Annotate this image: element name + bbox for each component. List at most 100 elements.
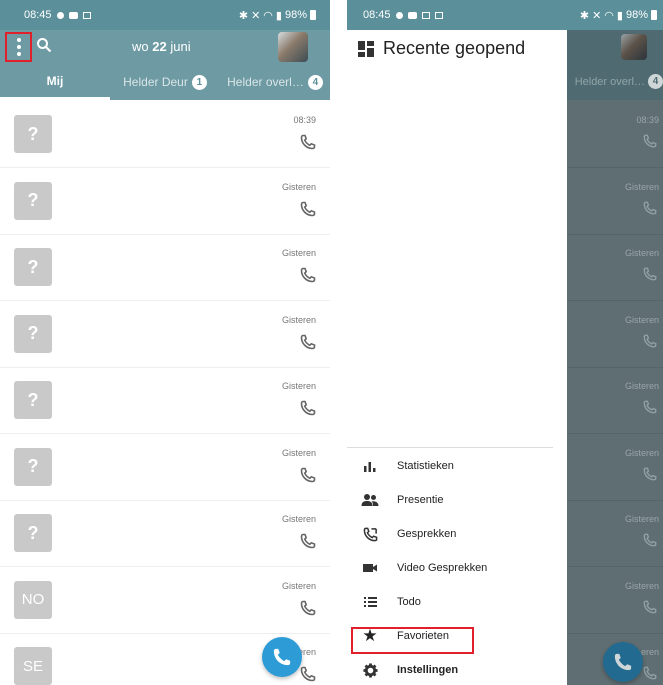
drawer-item-label: Presentie: [397, 494, 444, 506]
call-time: Gisteren: [624, 381, 659, 391]
call-time: Gisteren: [624, 314, 659, 325]
contact-avatar: ?: [14, 115, 52, 153]
call-log-icon: [347, 527, 387, 542]
date-header: wo 22 juni: [132, 39, 191, 54]
count-badge: 1: [191, 74, 207, 90]
call-list-item[interactable]: ? 08:39: [0, 102, 330, 168]
call-time: Gisteren: [624, 248, 659, 258]
wifi-icon: ◠: [263, 9, 273, 22]
contact-avatar: ?: [14, 181, 52, 220]
call-time: Gisteren: [624, 447, 659, 458]
call-list-item[interactable]: NO Gisteren: [0, 568, 330, 634]
notification-icon: [395, 11, 403, 19]
tab-label: Helder overl…: [574, 75, 645, 88]
drawer-item-label: Statistieken: [397, 460, 454, 472]
tab-mij[interactable]: Mij: [0, 64, 110, 100]
mute-icon: ✕: [251, 9, 261, 22]
call-list-item: Gisteren: [567, 235, 663, 301]
phone-icon[interactable]: [300, 201, 316, 217]
phone-icon[interactable]: [300, 467, 316, 483]
call-time: Gisteren: [281, 381, 316, 391]
tab-label: Helder overl…: [227, 75, 304, 89]
call-time: Gisteren: [281, 514, 316, 524]
phone-icon[interactable]: [300, 334, 316, 350]
bluetooth-icon: ✱: [579, 9, 590, 22]
call-time: 08:39: [293, 115, 316, 125]
bluetooth-icon: ✱: [238, 9, 249, 22]
contact-avatar: ?: [14, 314, 52, 353]
drawer-scrim[interactable]: Helder overl… 4 08:39 Gisteren Gisteren Gis…: [567, 30, 663, 685]
drawer-item-statistieken[interactable]: Statistieken: [347, 449, 567, 483]
status-bar: 08:45 ✱ ✕ ◠ ▮ 98%: [0, 0, 330, 30]
call-fab-button[interactable]: [262, 637, 302, 677]
call-list-item[interactable]: ? Gisteren: [0, 169, 330, 235]
search-button[interactable]: [36, 37, 56, 57]
call-list-item[interactable]: ? Gisteren: [0, 368, 330, 434]
contact-avatar: SE: [14, 647, 52, 685]
tab-bar: Mij Helder Deur 1 Helder overl… 4: [0, 64, 330, 100]
bar-chart-icon: [347, 459, 387, 473]
profile-avatar[interactable]: [278, 32, 308, 62]
call-list-item[interactable]: ? Gisteren: [0, 235, 330, 301]
call-list-item: Gisteren: [567, 568, 663, 634]
contact-avatar: ?: [14, 447, 52, 486]
call-time: Gisteren: [624, 514, 659, 524]
count-badge: 4: [307, 74, 323, 90]
tab-label: Helder Deur: [123, 75, 188, 89]
phone-icon[interactable]: [300, 400, 316, 416]
wifi-icon: ◠: [604, 9, 614, 22]
call-list-item[interactable]: ? Gisteren: [0, 302, 330, 368]
phone-icon: [643, 400, 657, 414]
phone-icon: [643, 666, 657, 680]
youtube-icon: [407, 11, 417, 19]
call-time: eren: [640, 647, 659, 657]
battery-level: 98%: [625, 9, 648, 21]
call-list-item: Gisteren: [567, 368, 663, 434]
phone-icon[interactable]: [300, 533, 316, 549]
call-time: Gisteren: [281, 314, 316, 325]
phone-icon: [273, 648, 291, 666]
tab-helder-overl[interactable]: Helder overl… 4: [220, 64, 330, 100]
call-list-item[interactable]: ? Gisteren: [0, 501, 330, 567]
drawer-item-label: Gesprekken: [397, 528, 457, 540]
notification-icon: [56, 11, 64, 19]
youtube-icon: [68, 11, 78, 19]
phone-icon[interactable]: [300, 134, 316, 150]
navigation-drawer: Recente geopend Statistieken Presentie G…: [347, 30, 567, 685]
phone-icon: [643, 267, 657, 281]
count-badge: 4: [648, 74, 663, 89]
drawer-item-video-gesprekken[interactable]: Video Gesprekken: [347, 551, 567, 585]
status-bar: 08:45 ✱ ✕ ◠ ▮ 98%: [347, 0, 663, 30]
drawer-item-gesprekken[interactable]: Gesprekken: [347, 517, 567, 551]
contact-avatar: NO: [14, 580, 52, 619]
drawer-item-label: Video Gesprekken: [397, 562, 488, 574]
phone-icon[interactable]: [300, 666, 316, 682]
call-time: Gisteren: [624, 580, 659, 591]
tab-helder-deur[interactable]: Helder Deur 1: [110, 64, 220, 100]
signal-icon: ▮: [275, 9, 282, 22]
drawer-item-instellingen[interactable]: Instellingen: [347, 653, 567, 685]
battery-level: 98%: [284, 9, 307, 21]
phone-screen-drawer: 08:45 ✱ ✕ ◠ ▮ 98% Helder overl… 4 08:39 G…: [347, 0, 663, 685]
contact-avatar: ?: [14, 514, 52, 552]
call-time: Gisteren: [281, 181, 316, 192]
phone-icon[interactable]: [300, 267, 316, 283]
call-list-item[interactable]: ? Gisteren: [0, 435, 330, 501]
messages-icon: [82, 11, 91, 19]
contact-avatar: ?: [14, 381, 52, 419]
date-day: wo: [132, 39, 149, 54]
drawer-item-presentie[interactable]: Presentie: [347, 483, 567, 517]
drawer-header[interactable]: Recente geopend: [357, 38, 525, 59]
scrim-app-bar: Helder overl… 4: [567, 30, 663, 100]
gear-icon: [347, 662, 387, 678]
search-icon: [37, 38, 52, 53]
date-number: 22: [152, 39, 167, 54]
phone-icon[interactable]: [300, 600, 316, 616]
drawer-item-todo[interactable]: Todo: [347, 585, 567, 619]
drawer-item-label: Todo: [397, 596, 421, 608]
videocam-icon: [347, 562, 387, 574]
profile-avatar: [621, 34, 647, 60]
phone-icon: [643, 134, 657, 148]
list-icon: [347, 596, 387, 608]
signal-icon: ▮: [616, 9, 623, 22]
